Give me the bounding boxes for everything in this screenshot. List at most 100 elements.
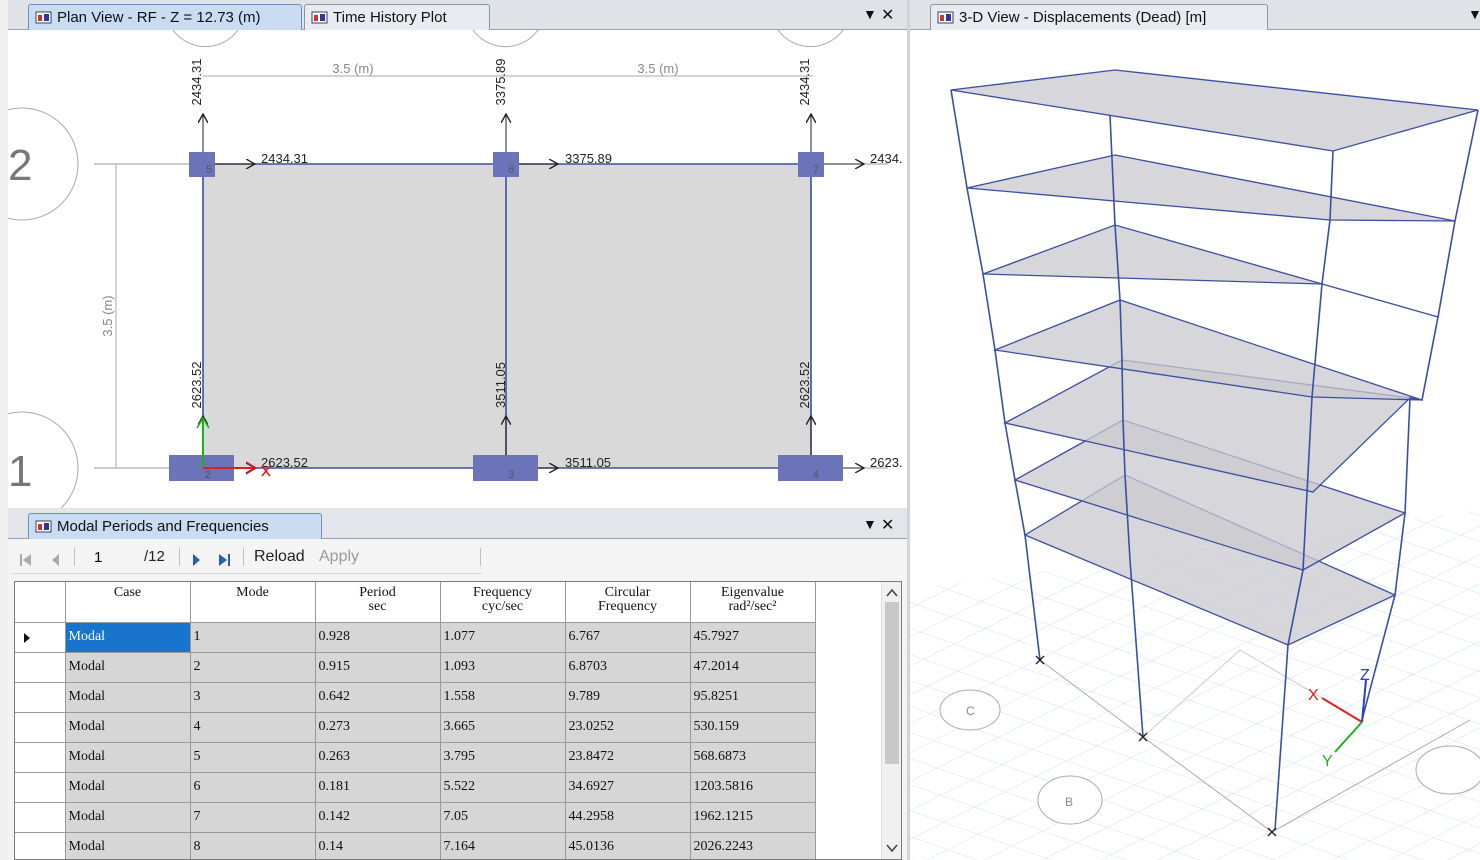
table-cell[interactable]: 7 <box>190 802 316 833</box>
row-header[interactable] <box>15 712 66 743</box>
table-cell[interactable]: 23.8472 <box>565 742 691 773</box>
table-row[interactable]: Modal 8 0.14 7.164 45.0136 2026.2243 <box>15 832 816 859</box>
next-page-icon[interactable] <box>188 549 204 571</box>
table-cell[interactable]: 2 <box>190 652 316 683</box>
scrollbar-thumb[interactable] <box>885 602 899 764</box>
table-cell[interactable]: 0.928 <box>315 622 441 653</box>
table-cell[interactable]: 1962.1215 <box>690 802 816 833</box>
table-cell[interactable]: 0.14 <box>315 832 441 859</box>
view3d-canvas[interactable]: C B X Z Y <box>910 30 1480 860</box>
table-cell[interactable]: 4 <box>190 712 316 743</box>
table-cell[interactable]: 6 <box>190 772 316 803</box>
table-row[interactable]: Modal 3 0.642 1.558 9.789 95.8251 <box>15 682 816 713</box>
column-header-eigenvalue[interactable]: Eigenvalue rad²/sec² <box>690 582 816 623</box>
table-cell[interactable]: 6.8703 <box>565 652 691 683</box>
table-row[interactable]: Modal 2 0.915 1.093 6.8703 47.2014 <box>15 652 816 683</box>
table-cell[interactable]: 2026.2243 <box>690 832 816 859</box>
modal-grid[interactable]: Case Mode Period sec Frequency cyc/sec Cir… <box>14 581 902 860</box>
table-cell[interactable]: Modal <box>65 682 191 713</box>
row-header[interactable] <box>15 682 66 713</box>
table-row[interactable]: Modal 5 0.263 3.795 23.8472 568.6873 <box>15 742 816 773</box>
column-header-period[interactable]: Period sec <box>315 582 441 623</box>
first-page-icon[interactable] <box>18 549 34 571</box>
close-icon[interactable]: ✕ <box>881 515 894 535</box>
column[interactable] <box>778 455 843 481</box>
column[interactable] <box>493 152 519 177</box>
tab-modal[interactable]: Modal Periods and Frequencies <box>28 513 322 539</box>
table-cell[interactable]: 3 <box>190 682 316 713</box>
table-cell[interactable]: 9.789 <box>565 682 691 713</box>
scroll-up-icon[interactable] <box>882 584 902 602</box>
table-cell[interactable]: 47.2014 <box>690 652 816 683</box>
row-header[interactable] <box>15 622 66 653</box>
table-cell[interactable]: Modal <box>65 832 191 859</box>
table-cell[interactable]: 1.558 <box>440 682 566 713</box>
scroll-down-icon[interactable] <box>882 839 902 857</box>
vertical-scrollbar[interactable] <box>881 582 901 859</box>
table-row[interactable]: Modal 1 0.928 1.077 6.767 45.7927 <box>15 622 816 653</box>
column-header-case[interactable]: Case <box>65 582 191 623</box>
table-cell[interactable]: 8 <box>190 832 316 859</box>
table-row[interactable]: Modal 4 0.273 3.665 23.0252 530.159 <box>15 712 816 743</box>
table-cell[interactable]: Modal <box>65 772 191 803</box>
table-row[interactable]: Modal 7 0.142 7.05 44.2958 1962.1215 <box>15 802 816 833</box>
table-cell[interactable]: 1203.5816 <box>690 772 816 803</box>
table-cell[interactable]: 45.7927 <box>690 622 816 653</box>
table-cell[interactable]: 0.642 <box>315 682 441 713</box>
table-cell[interactable]: 1.093 <box>440 652 566 683</box>
table-cell[interactable]: 3.665 <box>440 712 566 743</box>
table-cell[interactable]: 5 <box>190 742 316 773</box>
floor-slab-5[interactable] <box>982 224 1439 318</box>
table-cell[interactable]: 1.077 <box>440 622 566 653</box>
table-cell[interactable]: 95.8251 <box>690 682 816 713</box>
table-cell[interactable]: 6.767 <box>565 622 691 653</box>
close-icon[interactable]: ✕ <box>881 5 894 25</box>
column[interactable] <box>473 455 538 481</box>
last-page-icon[interactable] <box>216 549 232 571</box>
floor-slab-6[interactable] <box>966 154 1456 222</box>
table-cell[interactable]: 0.273 <box>315 712 441 743</box>
table-cell[interactable]: Modal <box>65 742 191 773</box>
table-cell[interactable]: 0.915 <box>315 652 441 683</box>
floor-slab-roof[interactable] <box>950 69 1479 152</box>
chevron-down-icon[interactable]: ▼ <box>1468 6 1480 22</box>
tab-plan-view[interactable]: Plan View - RF - Z = 12.73 (m) <box>28 4 302 30</box>
column-header-circular-frequency[interactable]: Circular Frequency <box>565 582 691 623</box>
reload-button[interactable]: Reload <box>254 546 305 568</box>
column[interactable] <box>798 152 824 177</box>
table-cell[interactable]: Modal <box>65 622 191 653</box>
column-header-frequency[interactable]: Frequency cyc/sec <box>440 582 566 623</box>
apply-button[interactable]: Apply <box>319 546 359 568</box>
table-cell[interactable]: 5.522 <box>440 772 566 803</box>
table-cell[interactable]: 7.164 <box>440 832 566 859</box>
table-cell[interactable]: 0.142 <box>315 802 441 833</box>
row-header[interactable] <box>15 802 66 833</box>
chevron-down-icon[interactable]: ▼ <box>863 6 877 22</box>
table-cell[interactable]: Modal <box>65 802 191 833</box>
table-row[interactable]: Modal 6 0.181 5.522 34.6927 1203.5816 <box>15 772 816 803</box>
row-header[interactable] <box>15 652 66 683</box>
table-cell[interactable]: 568.6873 <box>690 742 816 773</box>
table-cell[interactable]: 34.6927 <box>565 772 691 803</box>
row-header[interactable] <box>15 832 66 859</box>
tab-3d-view[interactable]: 3-D View - Displacements (Dead) [m] <box>930 4 1268 30</box>
table-cell[interactable]: 7.05 <box>440 802 566 833</box>
table-cell[interactable]: 23.0252 <box>565 712 691 743</box>
table-cell[interactable]: 1 <box>190 622 316 653</box>
slab[interactable] <box>203 164 811 468</box>
table-cell[interactable]: Modal <box>65 712 191 743</box>
row-header[interactable] <box>15 772 66 803</box>
table-cell[interactable]: 0.181 <box>315 772 441 803</box>
table-cell[interactable]: Modal <box>65 652 191 683</box>
table-cell[interactable]: 45.0136 <box>565 832 691 859</box>
table-cell[interactable]: 44.2958 <box>565 802 691 833</box>
table-cell[interactable]: 3.795 <box>440 742 566 773</box>
plan-canvas[interactable]: 2 1 3.5 (m) 3.5 (m) 3.5 (m) 5 6 7 2 3 4 <box>8 30 907 508</box>
row-header[interactable] <box>15 742 66 773</box>
column-header-mode[interactable]: Mode <box>190 582 316 623</box>
tab-time-history[interactable]: Time History Plot <box>304 4 490 30</box>
table-cell[interactable]: 0.263 <box>315 742 441 773</box>
table-cell[interactable]: 530.159 <box>690 712 816 743</box>
chevron-down-icon[interactable]: ▼ <box>863 516 877 532</box>
previous-page-icon[interactable] <box>48 549 64 571</box>
